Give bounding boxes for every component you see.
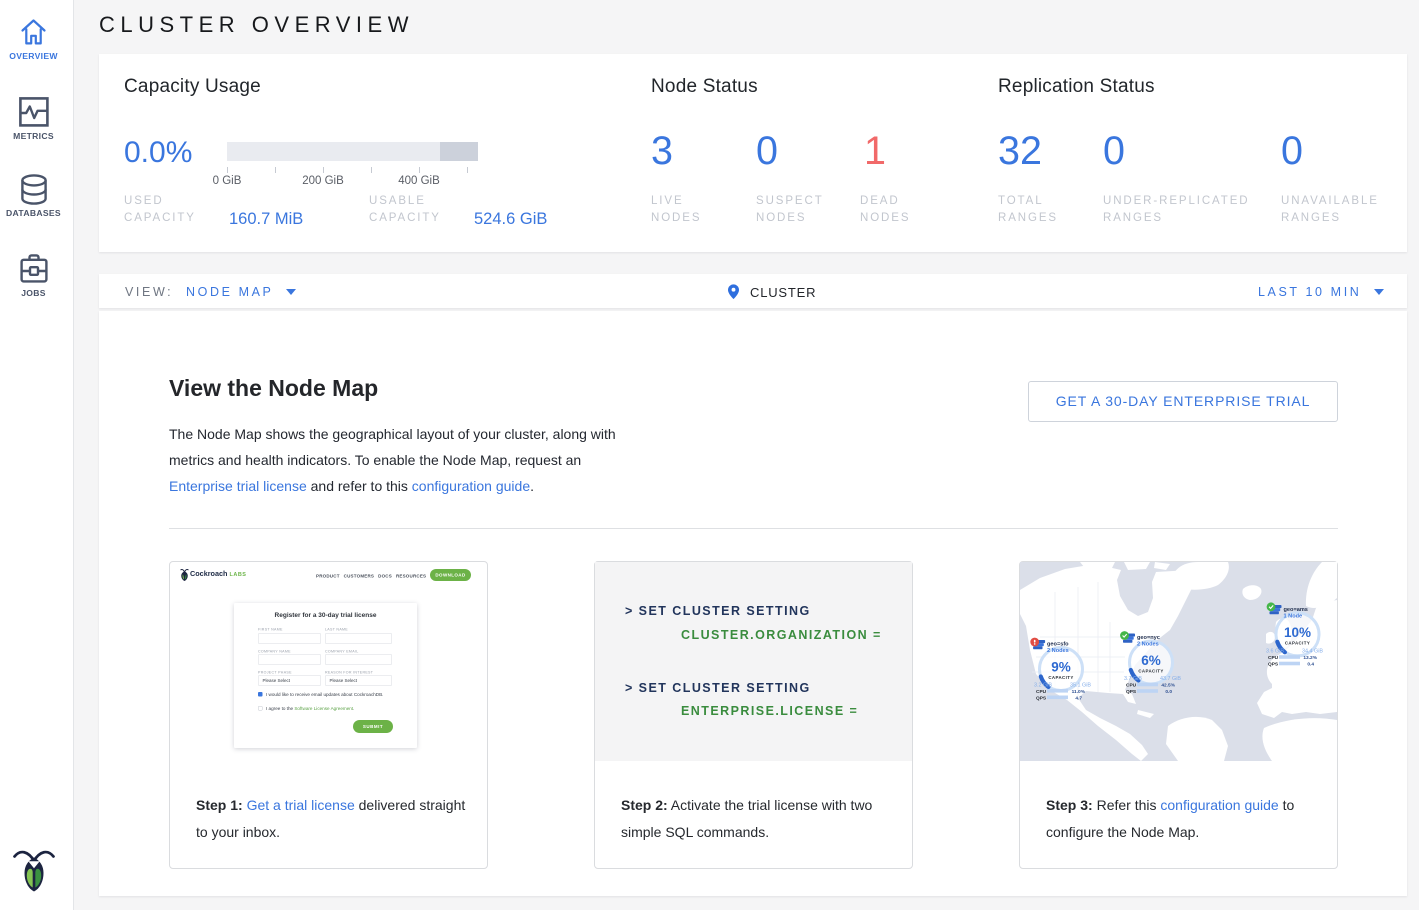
svg-text:3.7 GiB: 3.7 GiB — [1124, 676, 1142, 682]
svg-text:34.4 GiB: 34.4 GiB — [1302, 649, 1323, 655]
svg-text:CAPACITY: CAPACITY — [1048, 675, 1073, 680]
svg-text:2 Nodes: 2 Nodes — [1137, 642, 1159, 648]
svg-text:1 Node: 1 Node — [1284, 614, 1303, 620]
svg-text:35.1 GiB: 35.1 GiB — [1070, 682, 1091, 688]
svg-text:CPU: CPU — [1126, 683, 1137, 689]
svg-text:CAPACITY: CAPACITY — [1138, 669, 1163, 674]
svg-text:2 Nodes: 2 Nodes — [1047, 648, 1069, 654]
svg-text:13.2%: 13.2% — [1303, 655, 1317, 661]
svg-text:43.7 GiB: 43.7 GiB — [1160, 676, 1181, 682]
svg-text:geo=ams: geo=ams — [1284, 607, 1308, 613]
svg-text:geo=nyc: geo=nyc — [1137, 635, 1160, 641]
svg-text:4.7: 4.7 — [1075, 696, 1082, 702]
svg-text:6%: 6% — [1141, 653, 1161, 668]
svg-text:11.0%: 11.0% — [1072, 689, 1086, 695]
svg-text:CAPACITY: CAPACITY — [1285, 640, 1310, 645]
svg-text:3.6 GiB: 3.6 GiB — [1266, 649, 1284, 655]
svg-text:0.0: 0.0 — [1165, 689, 1172, 695]
svg-text:0.4: 0.4 — [1307, 662, 1314, 668]
svg-text:QPS: QPS — [1268, 662, 1279, 668]
svg-text:CPU: CPU — [1036, 689, 1047, 695]
svg-text:CPU: CPU — [1268, 655, 1279, 661]
svg-text:3.2 GiB: 3.2 GiB — [1034, 682, 1052, 688]
svg-text:geo=sfo: geo=sfo — [1047, 641, 1069, 647]
svg-text:9%: 9% — [1051, 660, 1071, 675]
svg-text:10%: 10% — [1284, 625, 1311, 640]
svg-text:QPS: QPS — [1126, 689, 1137, 695]
svg-text:42.5%: 42.5% — [1161, 683, 1175, 689]
svg-text:QPS: QPS — [1036, 696, 1047, 702]
